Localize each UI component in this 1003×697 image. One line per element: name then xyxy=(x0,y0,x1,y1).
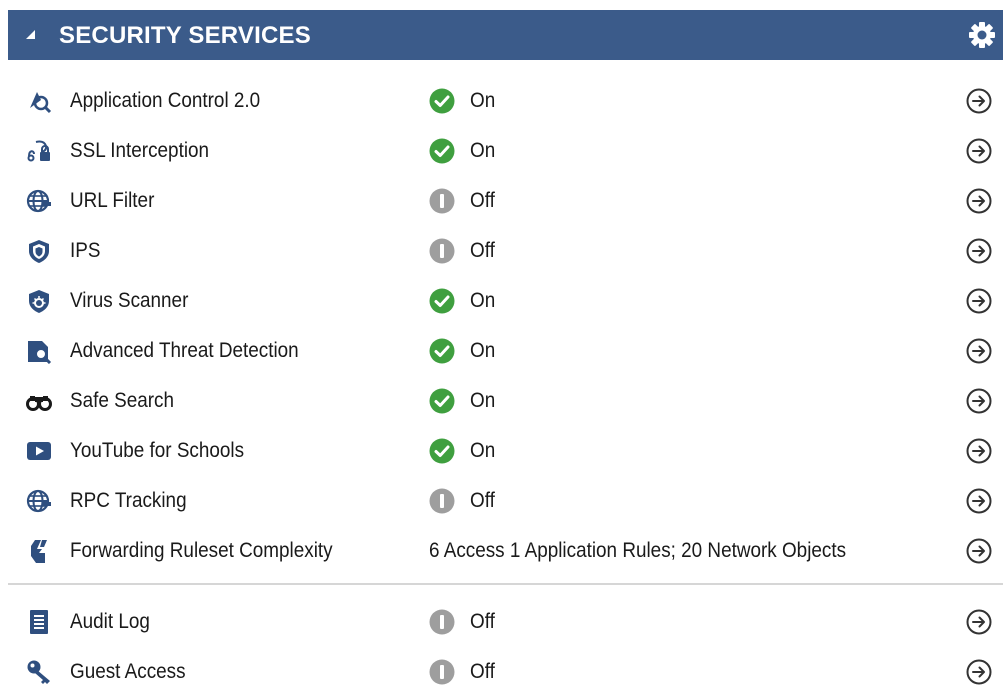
service-label: RPC Tracking xyxy=(70,489,187,512)
arrow-right-circle-icon[interactable] xyxy=(966,438,992,464)
status-text: Off xyxy=(470,660,495,683)
arrow-right-circle-icon[interactable] xyxy=(966,188,992,214)
status-text: Off xyxy=(470,489,495,512)
status-text: Off xyxy=(470,239,495,262)
rpc-tracking-icon xyxy=(26,489,51,513)
service-label: URL Filter xyxy=(70,189,155,212)
ruleset-summary-text: 6 Access 1 Application Rules; 20 Network… xyxy=(429,539,847,562)
security-services-panel: SECURITY SERVICES Application Control 2.… xyxy=(0,0,1003,693)
panel-header: SECURITY SERVICES xyxy=(8,10,1003,60)
url-filter-icon xyxy=(26,189,51,213)
section-divider xyxy=(8,583,1003,585)
virus-scanner-icon xyxy=(29,290,49,313)
status-text: Off xyxy=(470,189,495,212)
status-check-icon xyxy=(429,438,455,464)
service-label: SSL Interception xyxy=(70,139,210,162)
status-text: On xyxy=(470,139,496,162)
key-icon xyxy=(27,660,50,684)
arrow-right-circle-icon[interactable] xyxy=(966,288,992,314)
service-row-ips[interactable]: IPS Off xyxy=(8,226,1003,276)
status-check-icon xyxy=(429,288,455,314)
ips-shield-icon xyxy=(29,240,49,263)
status-off-icon xyxy=(429,188,455,214)
status-check-icon xyxy=(429,338,455,364)
service-row-safe-search[interactable]: Safe Search On xyxy=(8,376,1003,426)
arrow-right-circle-icon[interactable] xyxy=(966,338,992,364)
collapse-toggle-icon[interactable] xyxy=(26,30,35,39)
service-row-virus-scanner[interactable]: Virus Scanner On xyxy=(8,276,1003,326)
service-label: Advanced Threat Detection xyxy=(70,339,299,362)
settings-gear-icon[interactable] xyxy=(967,20,997,50)
arrow-right-circle-icon[interactable] xyxy=(966,538,992,564)
panel-title: SECURITY SERVICES xyxy=(59,22,311,49)
arrow-right-circle-icon[interactable] xyxy=(966,238,992,264)
service-label: Guest Access xyxy=(70,660,186,683)
arrow-right-circle-icon[interactable] xyxy=(966,488,992,514)
service-row-application-control[interactable]: Application Control 2.0 On xyxy=(8,76,1003,126)
youtube-icon xyxy=(27,442,51,460)
status-text: On xyxy=(470,439,496,462)
service-label: Application Control 2.0 xyxy=(70,89,261,112)
service-row-guest-access[interactable]: Guest Access Off xyxy=(8,647,1003,697)
service-label: Audit Log xyxy=(70,610,150,633)
status-text: On xyxy=(470,339,496,362)
arrow-right-circle-icon[interactable] xyxy=(966,88,992,114)
service-row-advanced-threat-detection[interactable]: Advanced Threat Detection On xyxy=(8,326,1003,376)
service-label: IPS xyxy=(70,239,101,262)
audit-log-icon xyxy=(30,610,48,634)
binoculars-icon xyxy=(26,396,52,411)
service-row-ssl-interception[interactable]: SSL Interception On xyxy=(8,126,1003,176)
service-label: Forwarding Ruleset Complexity xyxy=(70,539,333,562)
service-label: YouTube for Schools xyxy=(70,439,245,462)
service-row-youtube-for-schools[interactable]: YouTube for Schools On xyxy=(8,426,1003,476)
ssl-interception-icon xyxy=(27,140,50,162)
status-off-icon xyxy=(429,238,455,264)
arrow-right-circle-icon[interactable] xyxy=(966,609,992,635)
status-off-icon xyxy=(429,488,455,514)
service-row-audit-log[interactable]: Audit Log Off xyxy=(8,597,1003,647)
status-check-icon xyxy=(429,138,455,164)
status-off-icon xyxy=(429,659,455,685)
app-control-icon xyxy=(30,92,52,114)
service-label: Safe Search xyxy=(70,389,175,412)
ruleset-icon xyxy=(31,540,47,563)
status-text: On xyxy=(470,89,496,112)
status-check-icon xyxy=(429,388,455,414)
status-text: On xyxy=(470,289,496,312)
service-row-rpc-tracking[interactable]: RPC Tracking Off xyxy=(8,476,1003,526)
arrow-right-circle-icon[interactable] xyxy=(966,388,992,414)
service-row-url-filter[interactable]: URL Filter Off xyxy=(8,176,1003,226)
status-check-icon xyxy=(429,88,455,114)
service-row-forwarding-ruleset-complexity[interactable]: Forwarding Ruleset Complexity 6 Access 1… xyxy=(8,526,1003,576)
status-text: Off xyxy=(470,610,495,633)
service-label: Virus Scanner xyxy=(70,289,189,312)
status-off-icon xyxy=(429,609,455,635)
arrow-right-circle-icon[interactable] xyxy=(966,659,992,685)
threat-detection-icon xyxy=(28,341,52,364)
arrow-right-circle-icon[interactable] xyxy=(966,138,992,164)
status-text: On xyxy=(470,389,496,412)
